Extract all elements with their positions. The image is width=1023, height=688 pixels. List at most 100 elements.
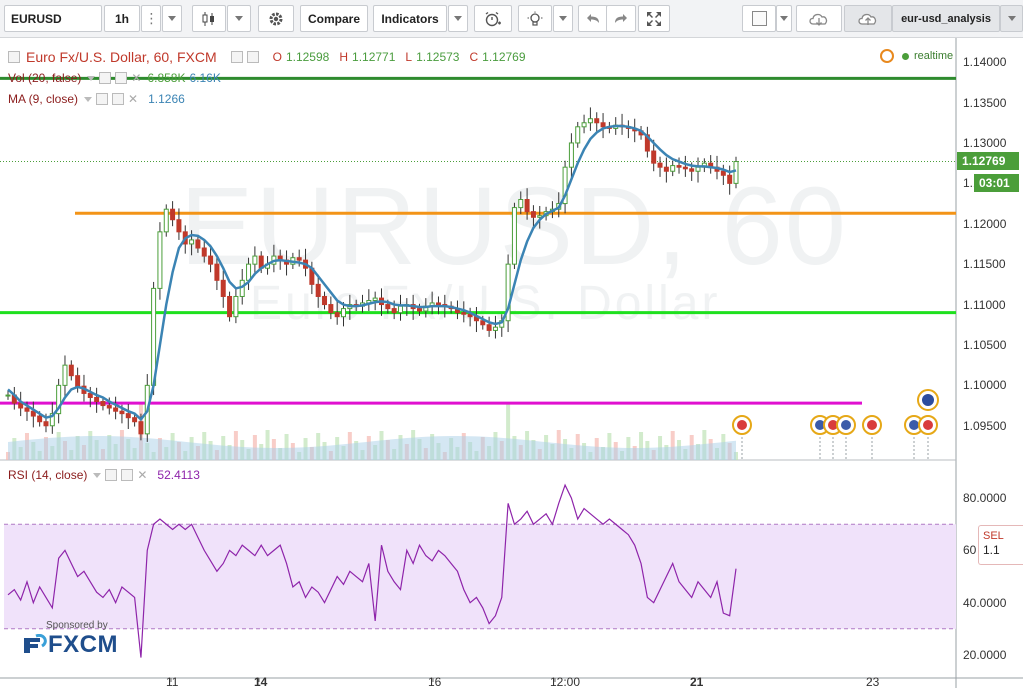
event-flag-icon-center xyxy=(841,420,851,430)
alarm-clock-icon xyxy=(485,11,501,26)
price-axis-label: 1.11500 xyxy=(963,257,1006,272)
sponsor-text: Sponsored by xyxy=(46,620,108,631)
event-flag-icon-center xyxy=(867,420,877,430)
layout-name: eur-usd_analysis xyxy=(901,12,991,25)
candle-body xyxy=(100,401,106,407)
high-value: 1.12771 xyxy=(352,50,396,64)
current-price-tag: 1.12769 xyxy=(957,152,1019,170)
time-axis-label: 23 xyxy=(866,675,880,688)
volume-settings-icon[interactable] xyxy=(115,72,128,84)
sponsor-logo[interactable]: Sponsored by FXCM xyxy=(22,620,118,659)
layout-dropdown[interactable] xyxy=(1000,5,1023,32)
fullscreen-button[interactable] xyxy=(638,5,670,32)
price-axis-label: 1.13000 xyxy=(963,135,1007,150)
bar-countdown-tag: 03:01 xyxy=(974,174,1019,192)
close-icon[interactable]: ✕ xyxy=(128,92,138,106)
price-axis-label: 1.10000 xyxy=(963,378,1007,393)
series-visibility-icon[interactable] xyxy=(230,51,243,63)
event-flag-icon-center xyxy=(923,420,933,430)
time-axis-label: 12:00 xyxy=(550,675,581,688)
lightbulb-icon xyxy=(527,11,543,26)
gear-icon xyxy=(269,12,283,25)
candle-body xyxy=(663,166,669,172)
chart-area[interactable]: EURUSD, 60 Euro Fx/U.S. Dollar Euro Fx/U… xyxy=(0,38,1023,688)
price-axis-label: 1.09500 xyxy=(963,418,1007,433)
interval-selector[interactable]: 1h xyxy=(104,5,140,32)
chevron-down-icon[interactable] xyxy=(84,96,93,102)
rsi-indicator-name: RSI (14, close) xyxy=(8,468,88,482)
fullscreen-icon xyxy=(647,11,661,26)
collapse-legend-icon[interactable] xyxy=(8,51,20,63)
ma-value: 1.1266 xyxy=(148,92,185,106)
compare-label: Compare xyxy=(307,11,360,26)
rsi-legend: RSI (14, close) ✕ 52.4113 xyxy=(8,468,200,482)
status-dot-icon xyxy=(902,52,909,60)
rsi-value: 52.4113 xyxy=(157,468,200,482)
rsi-visibility-icon[interactable] xyxy=(105,469,118,481)
candle-body xyxy=(322,295,328,306)
candle-body xyxy=(657,162,663,168)
chart-style-dropdown[interactable] xyxy=(227,5,251,32)
candle-body xyxy=(5,394,11,397)
chevron-down-icon xyxy=(1007,16,1016,21)
candle-body xyxy=(195,239,201,249)
interval-dropdown-button[interactable] xyxy=(162,5,182,32)
realtime-status: realtime xyxy=(880,49,953,63)
candle-body xyxy=(24,407,30,412)
color-button[interactable] xyxy=(742,5,776,32)
series-title: Euro Fx/U.S. Dollar, 60, FXCM xyxy=(26,49,217,65)
symbol-search-input[interactable]: EURUSD xyxy=(4,5,102,32)
series-settings-icon[interactable] xyxy=(246,51,259,63)
ma-line xyxy=(7,124,737,422)
high-label: H xyxy=(339,50,349,64)
candle-body xyxy=(391,308,397,314)
chevron-down-icon[interactable] xyxy=(87,75,96,81)
chevron-down-icon xyxy=(168,16,176,21)
close-icon[interactable]: ✕ xyxy=(137,468,147,482)
candle-body xyxy=(214,263,220,281)
chart-style-button[interactable] xyxy=(192,5,226,32)
rsi-axis-label: 80.0000 xyxy=(963,491,1007,506)
layout-name-button[interactable]: eur-usd_analysis xyxy=(892,5,1000,32)
candle-body xyxy=(227,295,233,318)
ma-legend: MA (9, close) ✕ 1.1266 xyxy=(8,92,185,106)
candle-body xyxy=(201,247,207,257)
indicators-dropdown[interactable] xyxy=(448,5,468,32)
compare-button[interactable]: Compare xyxy=(300,5,368,32)
candle-body xyxy=(208,255,214,265)
settings-button[interactable] xyxy=(258,5,294,32)
rsi-settings-icon[interactable] xyxy=(121,469,134,481)
price-chart[interactable] xyxy=(0,38,1023,688)
ma-visibility-icon[interactable] xyxy=(96,93,109,105)
candle-body xyxy=(397,305,403,314)
volume-visibility-icon[interactable] xyxy=(99,72,112,84)
redo-button[interactable] xyxy=(606,5,636,32)
interval-more-button[interactable]: ⋮ xyxy=(141,5,161,32)
price-axis-label: 1.13500 xyxy=(963,95,1007,110)
candle-body xyxy=(575,126,581,144)
price-axis-label: 1.12000 xyxy=(963,216,1007,231)
candle-body xyxy=(189,239,195,245)
alert-button[interactable] xyxy=(474,5,512,32)
open-value: 1.12598 xyxy=(285,50,330,64)
ma-settings-icon[interactable] xyxy=(112,93,125,105)
candle-body xyxy=(328,304,334,314)
low-label: L xyxy=(405,50,413,64)
candle-body xyxy=(733,161,739,184)
ideas-dropdown[interactable] xyxy=(553,5,573,32)
close-icon[interactable]: ✕ xyxy=(131,71,141,85)
undo-button[interactable] xyxy=(578,5,608,32)
indicators-button[interactable]: Indicators xyxy=(373,5,447,32)
chevron-down-icon[interactable] xyxy=(93,472,102,478)
candle-body xyxy=(94,396,100,403)
indicators-label: Indicators xyxy=(381,11,439,26)
load-layout-button[interactable] xyxy=(796,5,842,32)
sponsor-brand-text: FXCM xyxy=(48,631,118,658)
chevron-down-icon xyxy=(559,16,567,21)
candle-body xyxy=(480,320,486,326)
color-dropdown[interactable] xyxy=(776,5,792,32)
ideas-button[interactable] xyxy=(518,5,552,32)
save-layout-button[interactable] xyxy=(844,5,892,32)
sell-button[interactable]: SEL 1.1 xyxy=(978,525,1023,565)
time-axis-label: 11 xyxy=(166,675,179,688)
